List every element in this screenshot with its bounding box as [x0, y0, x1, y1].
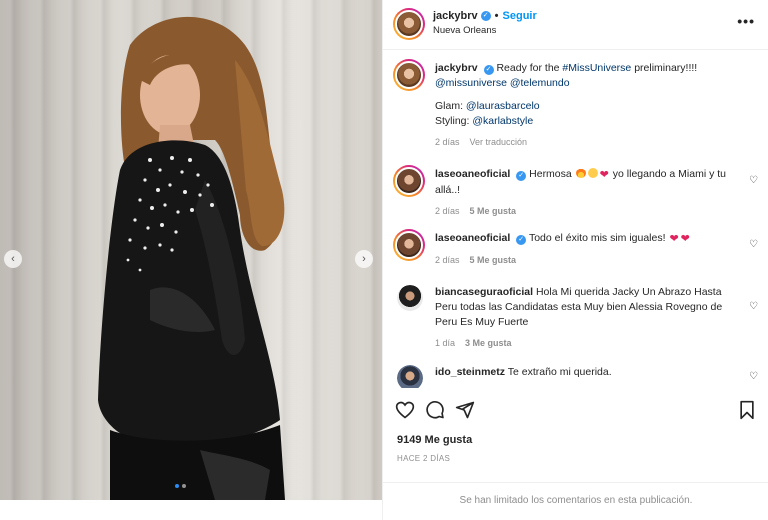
comment-text: Hermosa [529, 168, 575, 180]
avatar[interactable] [397, 365, 423, 388]
post-side-panel: jackybrv ✓ • Seguir Nueva Orleans ••• ja… [382, 0, 768, 520]
comments-limited-notice: Se han limitado los comentarios en esta … [459, 495, 693, 506]
timestamp[interactable]: 1 día [435, 336, 455, 351]
comment-meta: 1 día 3 Me gusta [435, 336, 737, 351]
comment-meta: 2 días 5 Me gusta [435, 253, 737, 268]
heart-icon[interactable]: ♡ [749, 239, 759, 250]
username-link[interactable]: jackybrv [433, 10, 478, 22]
heart-emoji-icon: ❤ [599, 169, 609, 181]
woman-in-jacket-photo [98, 16, 285, 500]
photo-bottom-strip [0, 500, 382, 520]
avatar[interactable] [397, 285, 423, 311]
comment-icon[interactable] [425, 400, 445, 420]
heart-icon[interactable]: ♡ [749, 301, 759, 312]
mention-link[interactable]: @missuniverse [435, 77, 507, 89]
action-bar [383, 396, 768, 426]
chevron-left-icon[interactable]: ‹ [4, 250, 22, 268]
username-link[interactable]: laseoaneoficial [435, 168, 510, 180]
mention-link[interactable]: @karlabstyle [472, 115, 533, 127]
follow-button[interactable]: Seguir [503, 10, 537, 22]
comment-text: Todo el éxito mis sim iguales! [528, 232, 669, 244]
heart-emoji-icon: ❤ [680, 233, 690, 245]
translate-link[interactable]: Ver traducción [470, 135, 528, 150]
post-header: jackybrv ✓ • Seguir Nueva Orleans ••• [383, 0, 768, 50]
caption-text: Glam: [435, 100, 466, 112]
avatar[interactable] [393, 8, 425, 40]
separator: • [494, 10, 499, 22]
heart-emoji-icon: ❤ [669, 233, 679, 245]
likes-count[interactable]: 5 Me gusta [470, 253, 517, 268]
likes-count[interactable]: 3 Me gusta [465, 336, 512, 351]
username-link[interactable]: jackybrv [435, 62, 478, 74]
comment-text: Te extraño mi querida. [507, 366, 612, 378]
timestamp[interactable]: 2 días [435, 135, 460, 150]
caption-meta: 2 días Ver traducción [435, 135, 737, 150]
avatar[interactable] [393, 59, 425, 91]
fire-emoji-icon [575, 168, 586, 178]
caption-text: Ready for the [496, 62, 563, 74]
likes-count[interactable]: 9149 Me gusta [397, 434, 472, 446]
star-eyes-emoji-icon [587, 168, 598, 178]
verified-icon: ✓ [516, 235, 527, 245]
heart-icon[interactable]: ♡ [749, 175, 759, 186]
likes-count[interactable]: 5 Me gusta [470, 204, 517, 219]
avatar[interactable] [393, 165, 425, 197]
header-user-row: jackybrv ✓ • Seguir [433, 10, 537, 22]
timestamp[interactable]: 2 días [435, 253, 460, 268]
verified-icon: ✓ [480, 11, 491, 21]
heart-icon[interactable] [395, 400, 415, 420]
post-timestamp[interactable]: HACE 2 DÍAS [397, 454, 450, 463]
share-icon[interactable] [455, 400, 475, 420]
carousel-dot [182, 484, 186, 488]
username-link[interactable]: ido_steinmetz [435, 366, 505, 378]
mention-link[interactable]: @telemundo [510, 77, 570, 89]
chevron-right-icon[interactable]: › [355, 250, 373, 268]
post-photo[interactable]: ‹ › [0, 0, 382, 500]
carousel-indicator [175, 484, 186, 488]
location-link[interactable]: Nueva Orleans [433, 25, 496, 36]
mention-link[interactable]: @laurasbarcelo [466, 100, 540, 112]
verified-icon: ✓ [483, 65, 494, 75]
more-icon[interactable]: ••• [737, 13, 755, 29]
comments-footer: Se han limitado los comentarios en esta … [383, 482, 768, 520]
carousel-dot-active [175, 484, 179, 488]
caption-text: preliminary!!!! [631, 62, 698, 74]
username-link[interactable]: biancaseguraoficial [435, 286, 533, 298]
username-link[interactable]: laseoaneoficial [435, 232, 510, 244]
heart-icon[interactable]: ♡ [749, 371, 759, 382]
timestamp[interactable]: 2 días [435, 204, 460, 219]
verified-icon: ✓ [516, 171, 527, 181]
caption-text: Styling: [435, 115, 473, 127]
bookmark-icon[interactable] [737, 400, 757, 420]
avatar[interactable] [393, 229, 425, 261]
hashtag-link[interactable]: #MissUniverse [562, 62, 631, 74]
comments-list[interactable]: jackybrv ✓ Ready for the #MissUniverse p… [383, 51, 768, 388]
comment-meta: 2 días 5 Me gusta [435, 204, 737, 219]
